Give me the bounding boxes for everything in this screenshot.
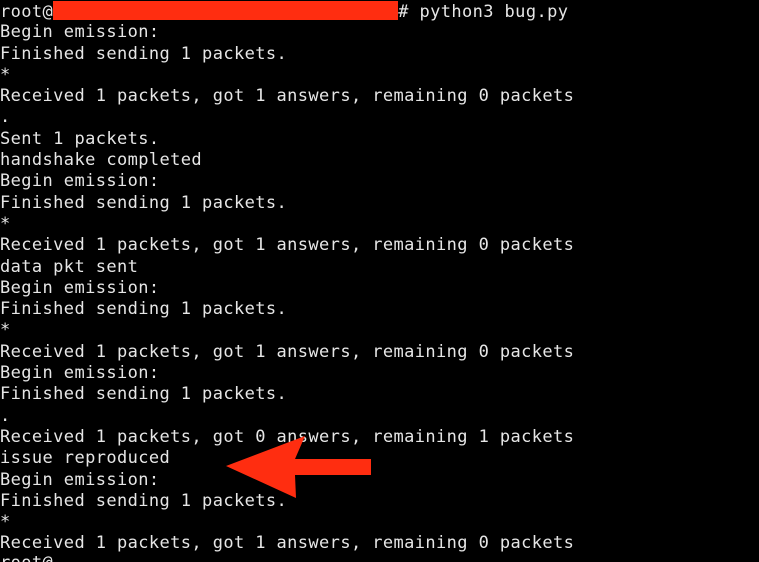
cut-off-prompt-line: root@ <box>0 553 53 562</box>
output-line: * <box>0 320 11 341</box>
terminal-window[interactable]: root@ # python3 bug.py Begin emission: Fi… <box>0 0 759 562</box>
output-line: . <box>0 107 11 128</box>
output-line: handshake completed <box>0 150 203 171</box>
output-line: Begin emission: <box>0 469 160 490</box>
prompt-command: python3 bug.py <box>419 2 569 22</box>
output-line: * <box>0 213 11 234</box>
output-line: Begin emission: <box>0 277 160 298</box>
output-line: Finished sending 1 packets. <box>0 192 288 213</box>
output-line: Finished sending 1 packets. <box>0 299 288 320</box>
output-line: Received 1 packets, got 1 answers, remai… <box>0 533 575 554</box>
output-line: Finished sending 1 packets. <box>0 384 288 405</box>
output-line-issue-reproduced: issue reproduced <box>0 448 171 469</box>
prompt-line: root@ # python3 bug.py <box>0 1 574 22</box>
prompt-symbol: # <box>398 2 409 22</box>
terminal-output: root@ # python3 bug.py Begin emission: Fi… <box>0 1 574 555</box>
output-line: Received 1 packets, got 1 answers, remai… <box>0 86 575 107</box>
output-line: data pkt sent <box>0 256 139 277</box>
output-line: Finished sending 1 packets. <box>0 490 288 511</box>
output-line: Begin emission: <box>0 363 160 384</box>
output-line: Received 1 packets, got 0 answers, remai… <box>0 426 575 447</box>
output-line: * <box>0 512 11 533</box>
output-line: Begin emission: <box>0 171 160 192</box>
output-line: Received 1 packets, got 1 answers, remai… <box>0 235 575 256</box>
output-line: Finished sending 1 packets. <box>0 43 288 64</box>
output-line: Sent 1 packets. <box>0 128 160 149</box>
output-line: * <box>0 64 11 85</box>
output-line: Begin emission: <box>0 22 160 43</box>
prompt-user: root@ <box>0 2 54 22</box>
output-line: Received 1 packets, got 1 answers, remai… <box>0 341 575 362</box>
output-line: . <box>0 405 11 426</box>
redacted-hostname-bar <box>53 1 399 20</box>
